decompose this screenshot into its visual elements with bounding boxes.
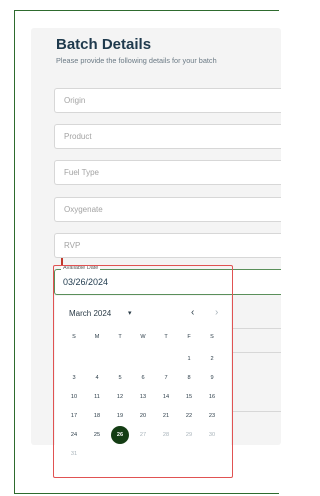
origin-placeholder: Origin bbox=[64, 96, 86, 105]
field-edge-line bbox=[232, 328, 281, 329]
field-edge-line bbox=[232, 352, 281, 353]
page-title: Batch Details bbox=[56, 36, 152, 53]
page-subtitle: Please provide the following details for… bbox=[56, 56, 217, 65]
fuel-type-field[interactable]: Fuel Type bbox=[54, 160, 281, 185]
product-placeholder: Product bbox=[64, 132, 92, 141]
rvp-placeholder: RVP bbox=[64, 241, 81, 250]
field-edge-line bbox=[232, 411, 281, 412]
origin-field[interactable]: Origin bbox=[54, 88, 281, 113]
fuel-type-placeholder: Fuel Type bbox=[64, 168, 99, 177]
date-picker-highlight bbox=[53, 265, 233, 478]
oxygenate-placeholder: Oxygenate bbox=[64, 205, 103, 214]
rvp-field[interactable]: RVP bbox=[54, 233, 281, 258]
product-field[interactable]: Product bbox=[54, 124, 281, 149]
oxygenate-field[interactable]: Oxygenate bbox=[54, 197, 281, 222]
